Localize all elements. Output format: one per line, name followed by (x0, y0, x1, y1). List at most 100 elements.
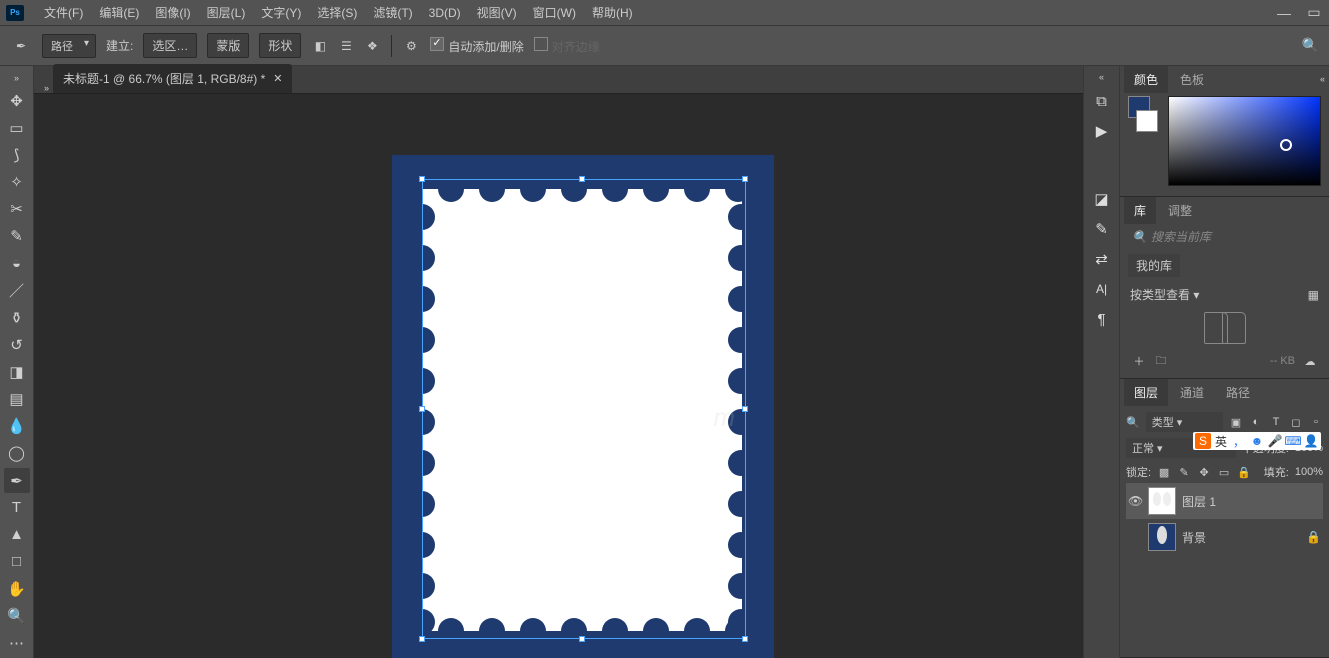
toolbar-expand-icon[interactable]: » (11, 74, 23, 82)
tab-swatches[interactable]: 色板 (1170, 66, 1214, 93)
transform-handle[interactable] (579, 636, 585, 642)
fill-value[interactable]: 100% (1295, 466, 1323, 478)
color-picker-cursor[interactable] (1280, 139, 1292, 151)
transform-handle[interactable] (419, 636, 425, 642)
tab-channels[interactable]: 通道 (1170, 379, 1214, 406)
library-filter[interactable]: 按类型查看 ▾▦ (1126, 283, 1323, 306)
menu-image[interactable]: 图像(I) (147, 1, 198, 24)
close-tab-icon[interactable]: ✕ (273, 72, 282, 85)
library-dropdown[interactable]: 我的库 (1128, 254, 1180, 277)
history-brush-tool[interactable]: ↺ (4, 332, 30, 357)
rectangle-tool[interactable]: □ (4, 549, 30, 574)
mode-dropdown[interactable]: 路径 (42, 34, 96, 58)
tabbar-expand-icon[interactable]: » (40, 83, 53, 93)
gradient-tool[interactable]: ▤ (4, 387, 30, 412)
transform-handle[interactable] (419, 176, 425, 182)
menu-select[interactable]: 选择(S) (309, 1, 365, 24)
dodge-tool[interactable]: ◯ (4, 441, 30, 466)
menu-3d[interactable]: 3D(D) (421, 3, 469, 23)
filter-shape-icon[interactable]: ◻ (1289, 415, 1303, 429)
menu-filter[interactable]: 滤镜(T) (365, 1, 420, 24)
hand-tool[interactable]: ✋ (4, 577, 30, 602)
layer-visibility-icon[interactable]: 👁 (1128, 494, 1142, 508)
document-tab[interactable]: 未标题-1 @ 66.7% (图层 1, RGB/8#) * ✕ (53, 64, 292, 93)
filter-pixel-icon[interactable]: ▣ (1229, 415, 1243, 429)
menu-view[interactable]: 视图(V) (469, 1, 525, 24)
tab-color[interactable]: 颜色 (1124, 66, 1168, 93)
background-color[interactable] (1136, 110, 1158, 132)
transform-handle[interactable] (742, 176, 748, 182)
history-icon[interactable]: ⧉ (1091, 90, 1113, 112)
lib-add-icon[interactable]: ＋ (1132, 354, 1146, 368)
menu-file[interactable]: 文件(F) (36, 1, 91, 24)
edit-toolbar[interactable]: ⋯ (4, 631, 30, 656)
tab-layers[interactable]: 图层 (1124, 379, 1168, 406)
lasso-tool[interactable]: ⟆ (4, 142, 30, 167)
brushes-icon[interactable]: ✎ (1091, 218, 1113, 240)
path-select-tool[interactable]: ▲ (4, 522, 30, 547)
zoom-tool[interactable]: 🔍 (4, 604, 30, 629)
spot-heal-tool[interactable]: ◒ (4, 251, 30, 276)
actions-icon[interactable]: ▶ (1091, 120, 1113, 142)
auto-add-delete-toggle[interactable]: 自动添加/删除 (430, 37, 523, 55)
clone-tool[interactable]: ⚱ (4, 305, 30, 330)
layer-thumbnail[interactable] (1148, 487, 1176, 515)
path-align-icon[interactable]: ☰ (337, 37, 355, 55)
layer-filter-type[interactable]: 类型 ▾ (1146, 412, 1223, 432)
paragraph-panel-icon[interactable]: ¶ (1091, 308, 1113, 330)
path-ops-icon[interactable]: ◧ (311, 37, 329, 55)
magic-wand-tool[interactable]: ✧ (4, 169, 30, 194)
window-restore[interactable]: ▭ (1299, 2, 1329, 24)
transform-handle[interactable] (579, 176, 585, 182)
brush-tool[interactable]: ／ (4, 278, 30, 303)
menu-help[interactable]: 帮助(H) (584, 1, 641, 24)
pen-tool[interactable]: ✒ (4, 468, 30, 493)
character-panel-icon[interactable]: A| (1091, 278, 1113, 300)
layer-row-background[interactable]: 背景 🔒 (1126, 519, 1323, 555)
move-tool[interactable]: ✥ (4, 88, 30, 113)
crop-tool[interactable]: ✂ (4, 197, 30, 222)
filter-adjust-icon[interactable]: ◐ (1249, 415, 1263, 429)
pen-tool-icon[interactable]: ✒ (10, 35, 32, 57)
tab-library[interactable]: 库 (1124, 197, 1156, 224)
lock-position-icon[interactable]: ✥ (1197, 465, 1211, 479)
tab-adjustments[interactable]: 调整 (1158, 197, 1202, 224)
lib-cloud-icon[interactable]: ☁ (1303, 354, 1317, 368)
filter-smart-icon[interactable]: ▫ (1309, 415, 1323, 429)
layer-row-layer1[interactable]: 👁 图层 1 (1126, 483, 1323, 519)
shape-button[interactable]: 形状 (259, 33, 301, 58)
mask-button[interactable]: 蒙版 (207, 33, 249, 58)
transform-handle[interactable] (742, 406, 748, 412)
panel-collapse-icon[interactable]: « (1316, 74, 1329, 84)
brush-settings-icon[interactable]: ⇄ (1091, 248, 1113, 270)
menu-layer[interactable]: 图层(L) (199, 1, 254, 24)
layer-thumbnail[interactable] (1148, 523, 1176, 551)
library-item-thumb[interactable] (1222, 312, 1246, 344)
menu-type[interactable]: 文字(Y) (253, 1, 309, 24)
menu-window[interactable]: 窗口(W) (525, 1, 584, 24)
window-minimize[interactable]: — (1269, 2, 1299, 24)
iconstrip-expand[interactable]: « (1099, 72, 1104, 82)
transform-handle[interactable] (419, 406, 425, 412)
transform-handle[interactable] (742, 636, 748, 642)
search-icon[interactable]: 🔍 (1302, 37, 1319, 54)
filter-type-icon[interactable]: T (1269, 415, 1283, 429)
lock-artboard-icon[interactable]: ▭ (1217, 465, 1231, 479)
library-search[interactable]: 🔍 搜索当前库 (1126, 225, 1323, 248)
blur-tool[interactable]: 💧 (4, 414, 30, 439)
eraser-tool[interactable]: ◨ (4, 359, 30, 384)
tab-paths[interactable]: 路径 (1216, 379, 1260, 406)
menu-edit[interactable]: 编辑(E) (91, 1, 147, 24)
path-arrange-icon[interactable]: ❖ (363, 37, 381, 55)
make-selection-button[interactable]: 选区… (143, 33, 197, 58)
lib-folder-icon[interactable]: 🗀 (1154, 354, 1168, 368)
eyedropper-tool[interactable]: ✎ (4, 224, 30, 249)
lock-transparency-icon[interactable]: ▩ (1157, 465, 1171, 479)
marquee-tool[interactable]: ▭ (4, 115, 30, 140)
type-tool[interactable]: T (4, 495, 30, 520)
ime-bar[interactable]: S 英 ， ☻ 🎤 ⌨ 👤 (1193, 432, 1321, 450)
gear-icon[interactable]: ⚙ (402, 37, 420, 55)
ime-lang[interactable]: 英 (1213, 433, 1229, 449)
properties-icon[interactable]: ◪ (1091, 188, 1113, 210)
lock-all-icon[interactable]: 🔒 (1237, 465, 1251, 479)
